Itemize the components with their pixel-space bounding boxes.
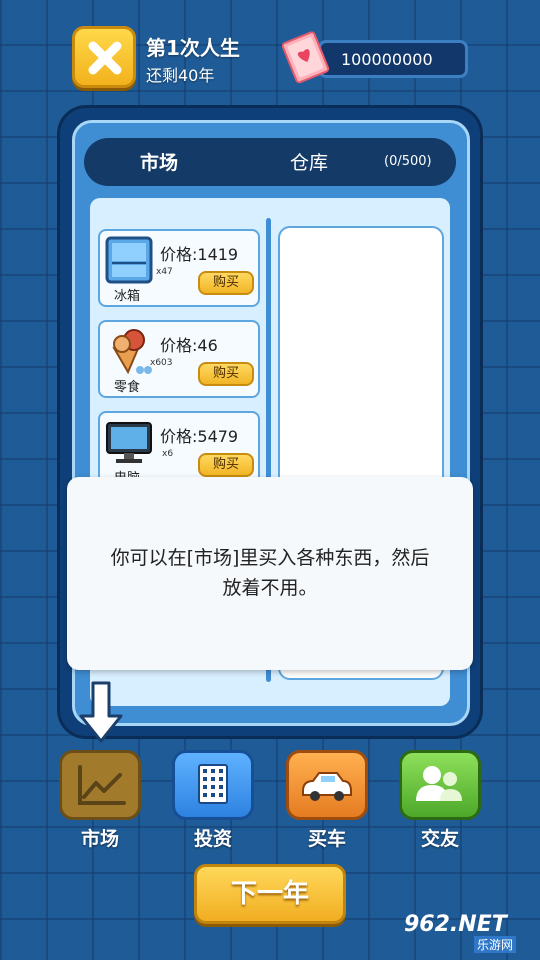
car-icon xyxy=(302,772,352,801)
life-title: 第1次人生 xyxy=(146,36,240,60)
item-quantity: x6 xyxy=(162,449,174,459)
nav-car-button[interactable] xyxy=(286,750,368,820)
item-price: 价格:5479 xyxy=(160,427,239,446)
close-icon xyxy=(88,41,122,75)
chart-icon xyxy=(78,765,126,805)
nav-market-label: 市场 xyxy=(80,828,119,850)
tutorial-text: 你可以在[市场]里买入各种东西，然后放着不用。 xyxy=(110,547,430,599)
tab-storage[interactable]: 仓库 xyxy=(290,148,328,175)
nav-friend-button[interactable] xyxy=(399,750,481,820)
nav-invest-label: 投资 xyxy=(193,828,232,850)
storage-count: (0/500) xyxy=(384,154,432,169)
money-display: 100000000 xyxy=(318,40,468,78)
watermark-main: 962.NET xyxy=(404,912,507,937)
item-name: 零食 xyxy=(114,380,141,395)
fridge-icon xyxy=(105,236,153,284)
nav-market-button[interactable] xyxy=(59,750,141,820)
down-arrow-icon xyxy=(79,681,123,743)
item-quantity: x47 xyxy=(156,267,173,277)
computer-icon xyxy=(106,422,152,463)
item-price: 价格:1419 xyxy=(160,245,239,264)
money-bill-icon xyxy=(281,31,330,84)
years-left-label: 还剩40年 xyxy=(146,66,215,85)
close-button[interactable] xyxy=(72,26,136,88)
buy-button[interactable]: 购买 xyxy=(198,453,254,477)
item-quantity: x603 xyxy=(150,358,173,368)
watermark-logo: 962.NET 乐游网 xyxy=(404,912,536,956)
snack-icon xyxy=(112,329,152,375)
tutorial-dialog[interactable]: 你可以在[市场]里买入各种东西，然后放着不用。 xyxy=(67,477,473,670)
item-name: 冰箱 xyxy=(114,289,141,304)
next-year-button[interactable]: 下一年 xyxy=(194,864,346,924)
watermark-sub: 乐游网 xyxy=(474,936,517,953)
building-icon xyxy=(198,764,228,804)
friends-icon xyxy=(416,766,462,801)
nav-invest-button[interactable] xyxy=(172,750,254,820)
market-item-snack: 价格:46 x603 零食 购买 xyxy=(98,320,260,398)
buy-button[interactable]: 购买 xyxy=(198,362,254,386)
buy-button[interactable]: 购买 xyxy=(198,271,254,295)
money-value: 100000000 xyxy=(341,50,433,69)
nav-friend-label: 交友 xyxy=(420,828,459,850)
nav-car-label: 买车 xyxy=(307,828,346,850)
item-price: 价格:46 xyxy=(160,336,218,355)
market-item-fridge: 价格:1419 x47 冰箱 购买 xyxy=(98,229,260,307)
tab-market[interactable]: 市场 xyxy=(140,148,178,175)
